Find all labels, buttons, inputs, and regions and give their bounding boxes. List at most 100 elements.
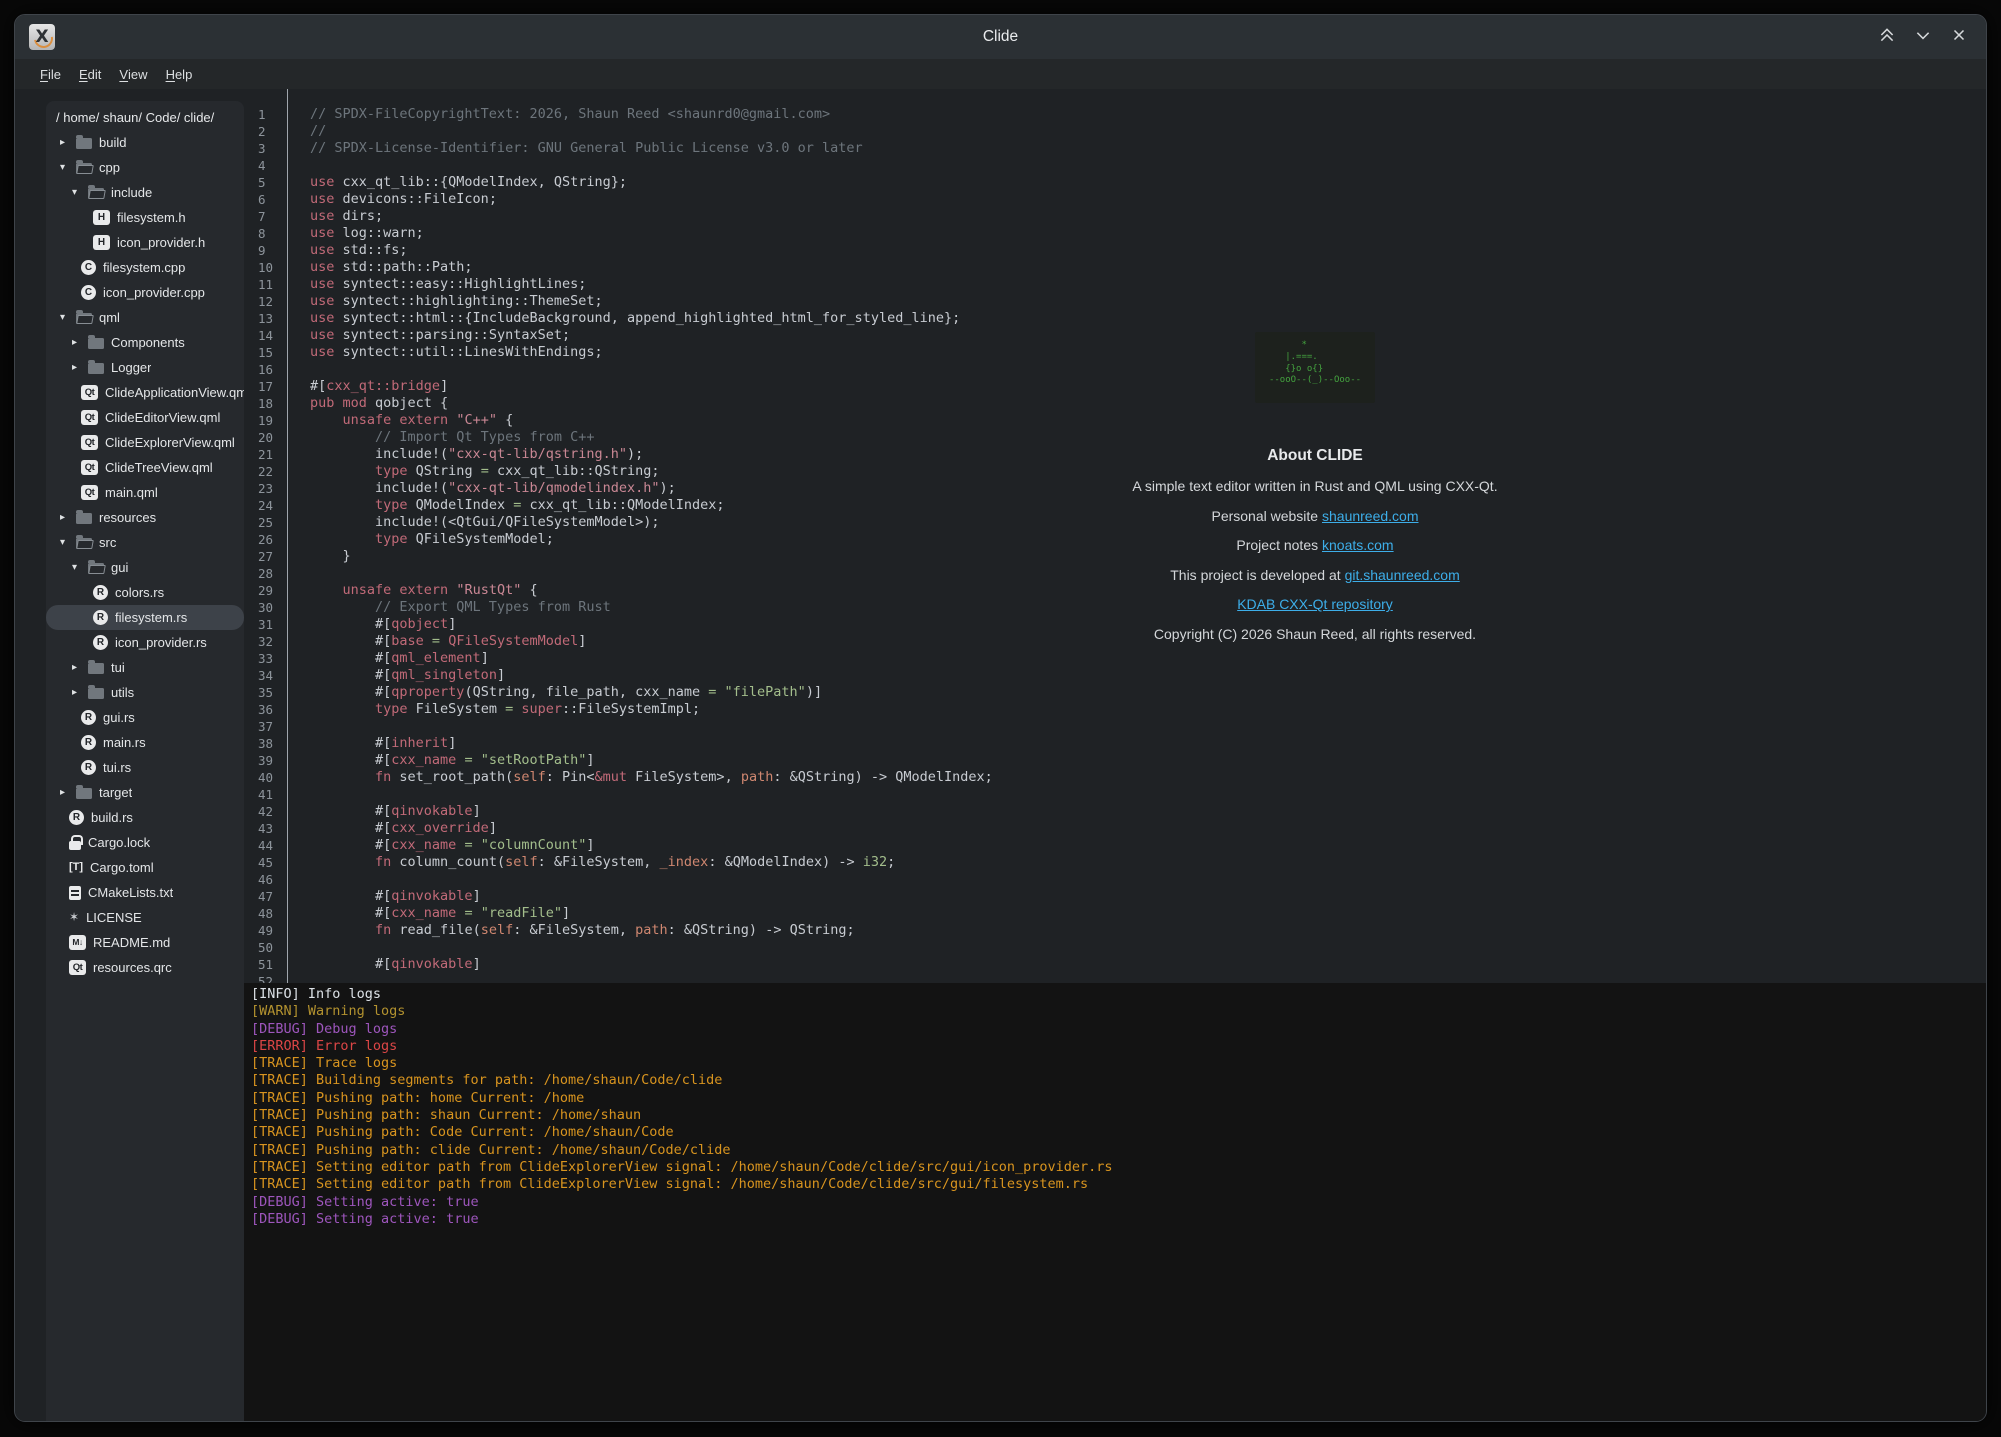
chevron-right-icon[interactable]: ▸: [71, 687, 88, 698]
code-line: 1// SPDX-FileCopyrightText: 2026, Shaun …: [244, 106, 1986, 123]
about-link-knoats-com[interactable]: knoats.com: [1322, 537, 1394, 553]
line-number: 45: [244, 854, 287, 871]
chevron-down-icon[interactable]: ▾: [71, 562, 88, 573]
chevron-right-icon[interactable]: ▸: [59, 787, 76, 798]
minimize-button[interactable]: [1912, 26, 1934, 48]
tree-item-src[interactable]: ▾src: [46, 530, 244, 555]
about-row: Personal website shaunreed.com: [970, 508, 1660, 525]
tree-item-readme-md[interactable]: M↓README.md: [46, 930, 244, 955]
tree-item-clidetreeview-qml[interactable]: QtClideTreeView.qml: [46, 455, 244, 480]
tree-item-cpp[interactable]: ▾cpp: [46, 155, 244, 180]
code-line: 9use std::fs;: [244, 242, 1986, 259]
close-icon: [1950, 26, 1968, 49]
tree-item-cargo-lock[interactable]: Cargo.lock: [46, 830, 244, 855]
tree-item-tui[interactable]: ▸tui: [46, 655, 244, 680]
line-number: 4: [244, 157, 287, 174]
tree-item-build-rs[interactable]: Rbuild.rs: [46, 805, 244, 830]
line-number: 8: [244, 225, 287, 242]
line-number: 42: [244, 803, 287, 820]
close-button[interactable]: [1948, 26, 1970, 48]
tree-item-label: Cargo.toml: [90, 860, 154, 875]
chevron-right-icon[interactable]: ▸: [71, 662, 88, 673]
chevron-down-icon[interactable]: ▾: [71, 187, 88, 198]
tree-item-main-rs[interactable]: Rmain.rs: [46, 730, 244, 755]
tree-item-gui[interactable]: ▾gui: [46, 555, 244, 580]
chevron-down-icon[interactable]: ▾: [59, 162, 76, 173]
code-line: 3// SPDX-License-Identifier: GNU General…: [244, 140, 1986, 157]
tree-item-label: filesystem.rs: [115, 610, 187, 625]
rust-file-icon: R: [93, 610, 108, 625]
tree-item-filesystem-cpp[interactable]: Cfilesystem.cpp: [46, 255, 244, 280]
tree-item-label: filesystem.cpp: [103, 260, 185, 275]
tree-item-target[interactable]: ▸ target: [46, 780, 244, 805]
tree-item-components[interactable]: ▸Components: [46, 330, 244, 355]
folder-icon: [88, 188, 104, 199]
code-text: use log::warn;: [287, 225, 424, 242]
tree-item-tui-rs[interactable]: Rtui.rs: [46, 755, 244, 780]
tree-item-icon-provider-h[interactable]: Hicon_provider.h: [46, 230, 244, 255]
tree-item-label: target: [99, 785, 132, 800]
tree-item-resources-qrc[interactable]: Qtresources.qrc: [46, 955, 244, 980]
about-link-git-shaunreed-com[interactable]: git.shaunreed.com: [1345, 567, 1460, 583]
code-text: #[cxx_override]: [287, 820, 497, 837]
tree-item-utils[interactable]: ▸utils: [46, 680, 244, 705]
log-line-debug: [DEBUG] Setting active: true: [251, 1211, 1986, 1228]
tree-item-gui-rs[interactable]: Rgui.rs: [46, 705, 244, 730]
log-output-panel[interactable]: [INFO] Info logs[WARN] Warning logs[DEBU…: [244, 983, 1986, 1421]
tree-item-logger[interactable]: ▸Logger: [46, 355, 244, 380]
code-line: 37: [244, 718, 1986, 735]
rust-file-icon: R: [69, 810, 84, 825]
code-text: type QString = cxx_qt_lib::QString;: [287, 463, 660, 480]
line-number: 39: [244, 752, 287, 769]
title-bar[interactable]: X Clide: [15, 15, 1986, 59]
menu-view[interactable]: View: [110, 59, 156, 89]
chevron-right-icon[interactable]: ▸: [71, 362, 88, 373]
tree-item-cargo-toml[interactable]: [T]Cargo.toml: [46, 855, 244, 880]
chevron-down-icon[interactable]: ▾: [59, 537, 76, 548]
tree-item-icon-provider-rs[interactable]: Ricon_provider.rs: [46, 630, 244, 655]
tree-item-filesystem-h[interactable]: Hfilesystem.h: [46, 205, 244, 230]
chevron-right-icon[interactable]: ▸: [71, 337, 88, 348]
tree-item-colors-rs[interactable]: Rcolors.rs: [46, 580, 244, 605]
h-file-icon: H: [93, 210, 110, 225]
line-number: 22: [244, 463, 287, 480]
folder-icon: [88, 563, 104, 574]
chevron-right-icon[interactable]: ▸: [59, 512, 76, 523]
rust-file-icon: R: [81, 710, 96, 725]
file-explorer-panel[interactable]: / home/ shaun/ Code/ clide/ ▸build▾cpp▾i…: [46, 101, 244, 1421]
maximize-button[interactable]: [1876, 26, 1898, 48]
about-link-shaunreed-com[interactable]: shaunreed.com: [1322, 508, 1419, 524]
tree-item-cmakelists-txt[interactable]: CMakeLists.txt: [46, 880, 244, 905]
chevron-right-icon[interactable]: ▸: [59, 137, 76, 148]
code-text: #[qinvokable]: [287, 888, 481, 905]
tree-item-license[interactable]: ✶LICENSE: [46, 905, 244, 930]
tree-item-build[interactable]: ▸build: [46, 130, 244, 155]
line-number: 7: [244, 208, 287, 225]
tree-item-clideapplicationview-qml[interactable]: QtClideApplicationView.qml: [46, 380, 244, 405]
line-number: 34: [244, 667, 287, 684]
code-text: [287, 871, 310, 888]
menu-file[interactable]: File: [31, 59, 70, 89]
log-line-trace: [TRACE] Pushing path: clide Current: /ho…: [251, 1142, 1986, 1159]
tree-item-include[interactable]: ▾include: [46, 180, 244, 205]
file-tree: ▸build▾cpp▾includeHfilesystem.hHicon_pro…: [46, 130, 244, 980]
app-icon-letter: X: [35, 27, 48, 47]
menu-help[interactable]: Help: [157, 59, 202, 89]
code-text: #[qml_singleton]: [287, 667, 505, 684]
tree-item-qml[interactable]: ▾qml: [46, 305, 244, 330]
chevron-down-icon[interactable]: ▾: [59, 312, 76, 323]
tree-item-filesystem-rs[interactable]: Rfilesystem.rs: [46, 605, 244, 630]
tree-item-icon-provider-cpp[interactable]: Cicon_provider.cpp: [46, 280, 244, 305]
about-link-kdab-cxx-qt-repository[interactable]: KDAB CXX-Qt repository: [1237, 596, 1393, 612]
line-number: 36: [244, 701, 287, 718]
menu-edit[interactable]: Edit: [70, 59, 110, 89]
tree-item-clideeditorview-qml[interactable]: QtClideEditorView.qml: [46, 405, 244, 430]
code-text: use syntect::html::{IncludeBackground, a…: [287, 310, 960, 327]
tree-item-clideexplorerview-qml[interactable]: QtClideExplorerView.qml: [46, 430, 244, 455]
code-line: 52: [244, 973, 1986, 983]
tree-item-resources[interactable]: ▸resources: [46, 505, 244, 530]
code-text: type QFileSystemModel;: [287, 531, 554, 548]
about-row: Project notes knoats.com: [970, 537, 1660, 554]
tree-item-main-qml[interactable]: Qtmain.qml: [46, 480, 244, 505]
code-text: [287, 565, 310, 582]
